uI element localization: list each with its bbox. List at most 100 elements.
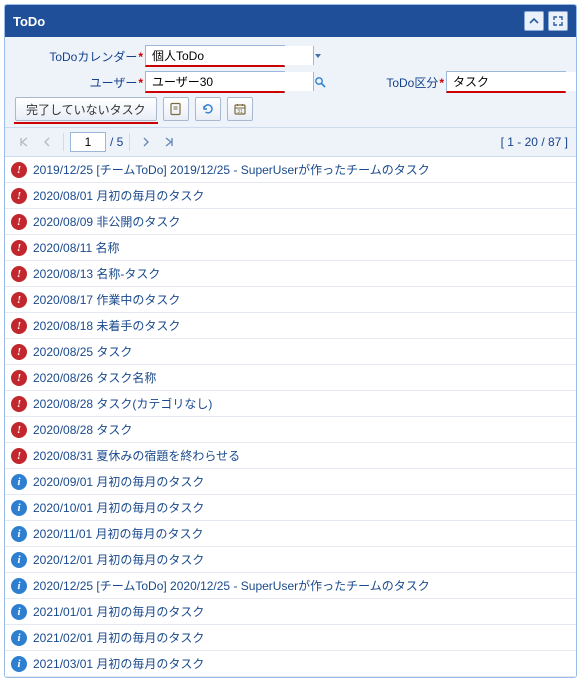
calendar-label: ToDoカレンダー* (15, 48, 145, 65)
list-item-text: 2020/08/11 名称 (33, 239, 120, 256)
list-item[interactable]: i 2021/02/01 月初の毎月のタスク (5, 624, 576, 650)
list-item[interactable]: ! 2020/08/25 タスク (5, 338, 576, 364)
paging-status: [ 1 - 20 / 87 ] (501, 135, 568, 149)
info-icon: i (11, 656, 27, 672)
calendar-icon: 31 (233, 102, 247, 116)
alert-icon: ! (11, 370, 27, 386)
list-item[interactable]: ! 2020/08/01 月初の毎月のタスク (5, 182, 576, 208)
list-item-text: 2020/08/26 タスク名称 (33, 369, 156, 386)
user-field (145, 71, 285, 93)
prev-page-button[interactable] (37, 132, 57, 152)
alert-icon: ! (11, 266, 27, 282)
alert-icon: ! (11, 396, 27, 412)
filter-row-user: ユーザー* ToDo区分* (15, 71, 566, 93)
list-item[interactable]: ! 2020/08/28 タスク (5, 416, 576, 442)
page-input[interactable] (70, 132, 106, 152)
user-search-trigger[interactable] (313, 72, 326, 91)
chevron-up-icon (529, 16, 539, 26)
info-icon: i (11, 474, 27, 490)
chevron-down-icon (314, 52, 322, 60)
list-item-text: 2020/08/25 タスク (33, 343, 132, 360)
info-icon: i (11, 630, 27, 646)
filter-area: ToDoカレンダー* ユーザー* ToDo区分* (5, 37, 576, 128)
list-item[interactable]: ! 2020/08/31 夏休みの宿題を終わらせる (5, 442, 576, 468)
info-icon: i (11, 552, 27, 568)
list-item-text: 2020/09/01 月初の毎月のタスク (33, 473, 204, 490)
panel-title: ToDo (13, 14, 520, 29)
list-item[interactable]: i2020/12/25 [チームToDo] 2020/12/25 - Super… (5, 572, 576, 598)
list-item[interactable]: i 2020/09/01 月初の毎月のタスク (5, 468, 576, 494)
list-item[interactable]: i 2021/01/01 月初の毎月のタスク (5, 598, 576, 624)
list-item-text: 2020/11/01 月初の毎月のタスク (33, 525, 204, 542)
list-item[interactable]: i 2020/10/01 月初の毎月のタスク (5, 494, 576, 520)
maximize-button[interactable] (548, 11, 568, 31)
last-page-icon (165, 137, 175, 147)
next-page-icon (141, 137, 151, 147)
list-item-text: 2021/02/01 月初の毎月のタスク (33, 629, 204, 646)
prev-page-icon (42, 137, 52, 147)
calendar-input[interactable] (146, 46, 313, 65)
info-icon: i (11, 500, 27, 516)
list-item[interactable]: ! 2020/08/18 未着手のタスク (5, 312, 576, 338)
calendar-field (145, 45, 285, 67)
list-item[interactable]: i 2021/03/01 月初の毎月のタスク (5, 650, 576, 677)
page-total: / 5 (110, 135, 123, 149)
first-page-icon (18, 137, 28, 147)
first-page-button[interactable] (13, 132, 33, 152)
list-item-text: 2021/01/01 月初の毎月のタスク (33, 603, 204, 620)
info-icon: i (11, 604, 27, 620)
alert-icon: ! (11, 448, 27, 464)
alert-icon: ! (11, 318, 27, 334)
list-item[interactable]: i 2020/12/01 月初の毎月のタスク (5, 546, 576, 572)
calendar-button[interactable]: 31 (227, 97, 253, 121)
list-item-text: 2020/08/13 名称-タスク (33, 265, 160, 282)
list-item[interactable]: !2020/08/09 非公開のタスク (5, 208, 576, 234)
last-page-button[interactable] (160, 132, 180, 152)
calendar-dropdown-trigger[interactable] (313, 46, 322, 65)
alert-icon: ! (11, 214, 27, 230)
incomplete-tasks-button[interactable]: 完了していないタスク (15, 97, 157, 121)
kind-field (446, 71, 566, 93)
kind-input[interactable] (447, 72, 577, 91)
list-item[interactable]: !2019/12/25 [チームToDo] 2019/12/25 - Super… (5, 157, 576, 182)
refresh-button[interactable] (195, 97, 221, 121)
list-item-text: 2020/08/18 未着手のタスク (33, 317, 180, 334)
collapse-button[interactable] (524, 11, 544, 31)
search-icon (314, 76, 326, 88)
separator (129, 133, 130, 151)
alert-icon: ! (11, 292, 27, 308)
user-label: ユーザー* (15, 74, 145, 91)
filter-row-calendar: ToDoカレンダー* (15, 45, 566, 67)
list-item[interactable]: ! 2020/08/13 名称-タスク (5, 260, 576, 286)
list-item-text: 2020/12/25 [チームToDo] 2020/12/25 - SuperU… (33, 577, 430, 594)
list-item[interactable]: ! 2020/08/26 タスク名称 (5, 364, 576, 390)
list-item[interactable]: !2020/08/11 名称 (5, 234, 576, 260)
next-page-button[interactable] (136, 132, 156, 152)
refresh-icon (201, 102, 215, 116)
task-list: !2019/12/25 [チームToDo] 2019/12/25 - Super… (5, 157, 576, 677)
required-mark: * (138, 50, 143, 64)
list-item-text: 2020/08/17 作業中のタスク (33, 291, 180, 308)
required-mark: * (138, 76, 143, 90)
todo-panel: ToDo ToDoカレンダー* ユーザー* (4, 4, 577, 678)
list-item[interactable]: ! 2020/08/28 タスク(カテゴリなし) (5, 390, 576, 416)
alert-icon: ! (11, 344, 27, 360)
alert-icon: ! (11, 162, 27, 178)
list-item-text: 2021/03/01 月初の毎月のタスク (33, 655, 204, 672)
list-item-text: 2020/08/28 タスク(カテゴリなし) (33, 395, 212, 412)
kind-label: ToDo区分* (386, 74, 446, 91)
user-input[interactable] (146, 72, 313, 91)
required-mark: * (439, 76, 444, 90)
list-item[interactable]: ! 2020/08/17 作業中のタスク (5, 286, 576, 312)
list-item-text: 2020/08/28 タスク (33, 421, 132, 438)
toolbar: 完了していないタスク 31 (15, 97, 566, 121)
list-item[interactable]: i2020/11/01 月初の毎月のタスク (5, 520, 576, 546)
new-button[interactable] (163, 97, 189, 121)
list-item-text: 2020/12/01 月初の毎月のタスク (33, 551, 204, 568)
list-item-text: 2020/08/31 夏休みの宿題を終わらせる (33, 447, 240, 464)
list-item-text: 2020/10/01 月初の毎月のタスク (33, 499, 204, 516)
alert-icon: ! (11, 422, 27, 438)
paging-bar: / 5 [ 1 - 20 / 87 ] (5, 128, 576, 157)
alert-icon: ! (11, 188, 27, 204)
list-item-text: 2020/08/01 月初の毎月のタスク (33, 187, 204, 204)
